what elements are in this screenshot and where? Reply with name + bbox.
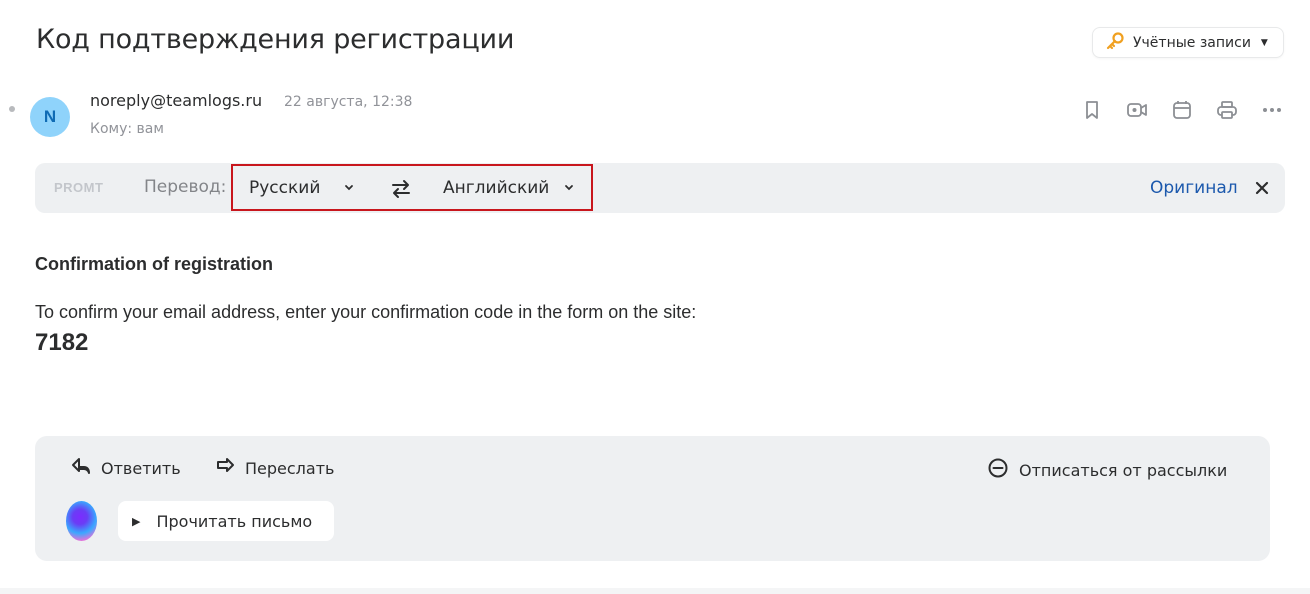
reply-button[interactable]: Ответить [71, 457, 181, 479]
minus-circle-icon [987, 457, 1009, 483]
target-language-select[interactable]: Английский [443, 178, 573, 198]
forward-icon [215, 457, 235, 479]
accounts-label: Учётные записи [1133, 34, 1251, 51]
forward-button[interactable]: Переслать [215, 457, 334, 479]
key-icon [1105, 31, 1125, 55]
reply-label: Ответить [101, 458, 181, 478]
message-footer: Ответить Переслать Отписаться от рассылк… [35, 436, 1270, 561]
language-selector-highlight: Русский Английский [231, 164, 593, 211]
swap-languages-icon[interactable] [389, 177, 413, 205]
confirmation-code: 7182 [35, 329, 89, 356]
close-icon[interactable] [1255, 177, 1269, 200]
unsubscribe-label: Отписаться от рассылки [1019, 460, 1228, 480]
more-icon[interactable] [1260, 98, 1284, 122]
source-language-select[interactable]: Русский [249, 178, 353, 198]
translate-bar: PROMT Перевод: Русский Английский Оригин… [35, 163, 1285, 213]
print-icon[interactable] [1215, 98, 1239, 122]
email-subject: Код подтверждения регистрации [36, 24, 515, 55]
message-actions [1080, 98, 1284, 122]
show-original-link[interactable]: Оригинал [1150, 178, 1238, 198]
recipient-line: Кому: вам [90, 121, 164, 137]
email-body-text: To confirm your email address, enter you… [35, 302, 697, 322]
source-language-label: Русский [249, 178, 321, 198]
translate-label: Перевод: [144, 177, 227, 197]
reply-icon [71, 457, 91, 479]
unsubscribe-button[interactable]: Отписаться от рассылки [987, 457, 1227, 483]
accounts-button[interactable]: Учётные записи ▼ [1092, 27, 1284, 58]
chevron-down-icon [564, 182, 574, 195]
target-language-label: Английский [443, 178, 550, 198]
read-aloud-label: Прочитать письмо [156, 511, 313, 531]
bottom-divider [0, 588, 1310, 594]
bookmark-icon[interactable] [1080, 98, 1104, 122]
video-call-icon[interactable] [1125, 98, 1149, 122]
caret-down-icon: ▼ [1260, 37, 1268, 48]
unread-dot[interactable] [9, 106, 15, 112]
avatar[interactable]: N [30, 97, 70, 137]
message-date: 22 августа, 12:38 [284, 94, 413, 110]
email-body-heading: Confirmation of registration [35, 254, 273, 274]
chevron-down-icon [344, 182, 354, 195]
voice-assistant-icon[interactable] [66, 501, 97, 541]
forward-label: Переслать [245, 458, 335, 478]
promt-logo: PROMT [54, 180, 104, 195]
sender-address[interactable]: noreply@teamlogs.ru [90, 91, 262, 110]
read-aloud-button[interactable]: ▶ Прочитать письмо [118, 501, 334, 541]
play-icon: ▶ [132, 514, 141, 528]
calendar-icon[interactable] [1170, 98, 1194, 122]
